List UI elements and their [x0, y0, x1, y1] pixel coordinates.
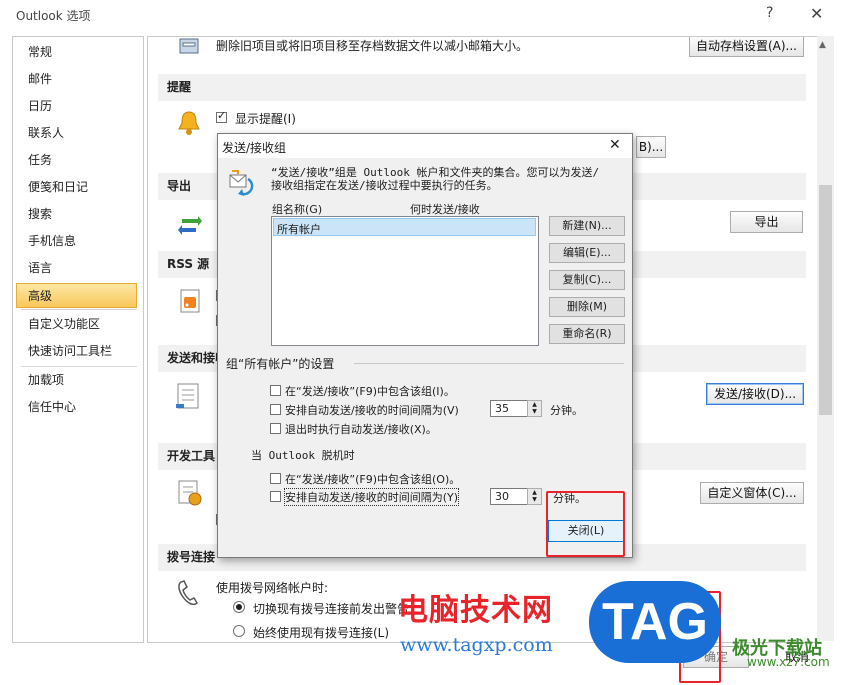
offline-minutes-stepper[interactable]: ▲ ▼ [527, 488, 542, 505]
sidebar-item-language[interactable]: 语言 [17, 256, 138, 281]
online-schedule-label: 安排自动发送/接收的时间间隔为(V) [285, 404, 459, 417]
watermark-tag-logo: TAG [589, 581, 721, 663]
dialup-always-label: 始终使用现有拨号连接(L) [253, 626, 390, 640]
exit-send-receive-checkbox[interactable] [270, 423, 281, 434]
sidebar-item-general[interactable]: 常规 [17, 40, 138, 65]
highlight-close-button [546, 491, 625, 557]
offline-include-label: 在“发送/接收”(F9)中包含该组(O)。 [285, 473, 461, 486]
dialog-close-icon[interactable]: ✕ [609, 137, 621, 153]
rss-icon [180, 289, 200, 313]
export-button[interactable]: 导出 [730, 211, 803, 233]
offline-include-checkbox[interactable] [270, 473, 281, 484]
sidebar-item-tasks[interactable]: 任务 [17, 148, 138, 173]
online-minutes-stepper[interactable]: ▲ ▼ [527, 400, 542, 417]
close-icon[interactable]: ✕ [810, 4, 823, 23]
send-receive-groups-icon [229, 170, 254, 196]
autoarchive-description: 删除旧项目或将旧项目移至存档数据文件以减小邮箱大小。 [216, 39, 529, 53]
section-reminders: 提醒 [158, 74, 806, 101]
archive-icon [179, 38, 199, 54]
watermark-site-url: www.tagxp.com [400, 634, 553, 656]
sidebar-item-calendar[interactable]: 日历 [17, 94, 138, 119]
developer-forms-icon [178, 480, 202, 506]
rename-group-button[interactable]: 重命名(R) [549, 324, 625, 344]
sidebar-divider [21, 309, 137, 310]
reminder-sound-button[interactable]: B)... [636, 136, 666, 158]
dialup-warn-radio[interactable] [233, 601, 245, 613]
delete-group-button[interactable]: 删除(M) [549, 297, 625, 317]
autoarchive-settings-button[interactable]: 自动存档设置(A)... [689, 37, 804, 57]
sidebar-item-customize-ribbon[interactable]: 自定义功能区 [17, 312, 138, 337]
offline-schedule-label: 安排自动发送/接收的时间间隔为(Y) [283, 488, 460, 506]
new-group-button[interactable]: 新建(N)... [549, 216, 625, 236]
watermark-brand-url: www.xz7.com [747, 655, 830, 669]
online-include-checkbox[interactable] [270, 385, 281, 396]
edit-group-button[interactable]: 编辑(E)... [549, 243, 625, 263]
custom-forms-button[interactable]: 自定义窗体(C)... [700, 482, 804, 504]
online-include-label: 在“发送/接收”(F9)中包含该组(I)。 [285, 385, 455, 398]
show-reminders-label: 显示提醒(I) [235, 112, 296, 126]
when-column-header: 何时发送/接收 [410, 203, 480, 216]
export-arrows-icon [178, 216, 202, 235]
options-sidebar: 常规 邮件 日历 联系人 任务 便笺和日记 搜索 手机信息 语言 高级 自定义功… [12, 36, 144, 643]
show-reminders-checkbox[interactable] [216, 109, 227, 123]
group-name-column-header: 组名称(G) [272, 203, 323, 216]
dialup-warn-label: 切换现有拨号连接前发出警告 [253, 602, 410, 616]
sidebar-item-addins[interactable]: 加载项 [17, 368, 138, 393]
group-name-cell: 所有帐户 [277, 223, 321, 236]
sidebar-item-search[interactable]: 搜索 [17, 202, 138, 227]
send-receive-icon [176, 383, 199, 409]
phone-icon [178, 580, 198, 606]
copy-group-button[interactable]: 复制(C)... [549, 270, 625, 290]
sidebar-item-contacts[interactable]: 联系人 [17, 121, 138, 146]
dialup-always-radio[interactable] [233, 625, 245, 637]
offline-header: 当 Outlook 脱机时 [251, 449, 355, 462]
sidebar-item-mobile[interactable]: 手机信息 [17, 229, 138, 254]
dialup-description: 使用拨号网络帐户时: [216, 581, 329, 595]
scrollbar-thumb[interactable] [819, 185, 832, 415]
scroll-up-icon[interactable]: ▲ [819, 40, 826, 50]
watermark-site-name: 电脑技术网 [398, 593, 553, 628]
settings-divider [354, 363, 624, 364]
online-minutes-unit: 分钟。 [550, 404, 583, 417]
sidebar-item-trust-center[interactable]: 信任中心 [17, 395, 138, 420]
sidebar-item-quick-access[interactable]: 快速访问工具栏 [17, 339, 138, 364]
groups-listbox[interactable]: 所有帐户 [271, 216, 539, 346]
online-schedule-checkbox[interactable] [270, 404, 281, 415]
exit-send-receive-label: 退出时执行自动发送/接收(X)。 [285, 423, 437, 436]
dialog-description-line2: 接收组指定在发送/接收过程中要执行的任务。 [271, 179, 498, 192]
sidebar-divider [21, 366, 137, 367]
offline-schedule-checkbox[interactable] [270, 491, 281, 502]
group-settings-header: 组“所有帐户”的设置 [226, 357, 335, 371]
sidebar-item-notes[interactable]: 便笺和日记 [17, 175, 138, 200]
sidebar-item-mail[interactable]: 邮件 [17, 67, 138, 92]
list-item[interactable]: 所有帐户 [273, 218, 536, 236]
bell-icon [178, 111, 200, 135]
sidebar-item-advanced[interactable]: 高级 [16, 283, 137, 308]
window-title: Outlook 选项 [16, 9, 91, 23]
dialog-title: 发送/接收组 [222, 141, 287, 155]
help-icon[interactable]: ? [766, 5, 773, 21]
send-receive-button[interactable]: 发送/接收(D)... [706, 383, 804, 405]
